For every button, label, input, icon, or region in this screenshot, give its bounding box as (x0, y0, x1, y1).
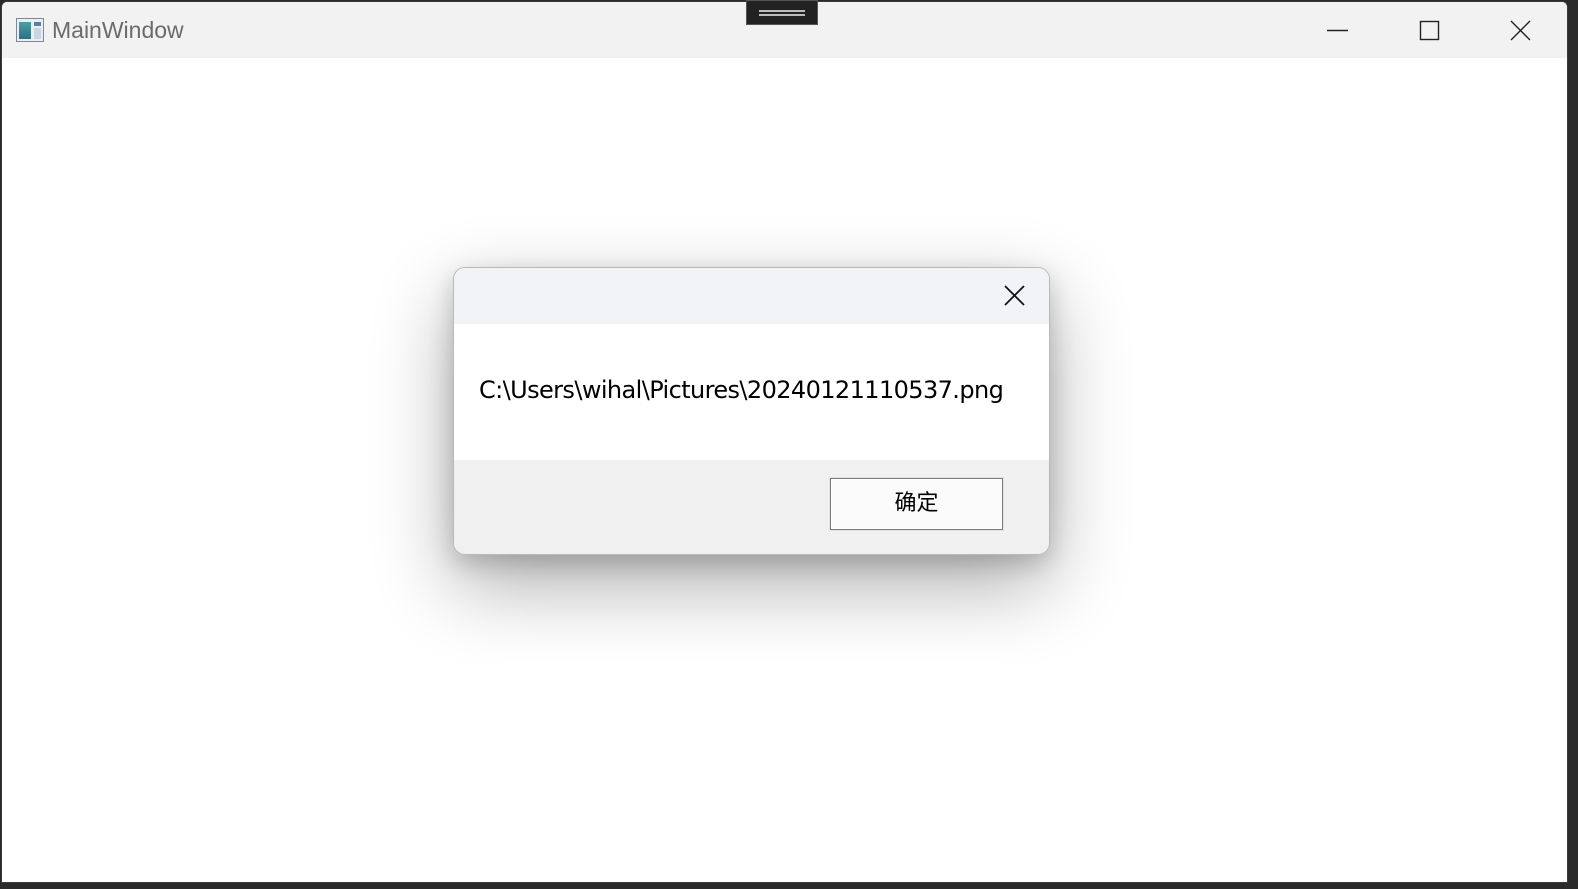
maximize-button[interactable] (1383, 2, 1475, 58)
dialog-body: C:\Users\wihal\Pictures\20240121110537.p… (454, 324, 1049, 460)
minimize-icon (1327, 29, 1348, 32)
dialog-header[interactable] (454, 268, 1049, 324)
close-icon (1004, 285, 1025, 306)
close-icon (1510, 20, 1531, 41)
message-dialog: C:\Users\wihal\Pictures\20240121110537.p… (453, 267, 1050, 555)
ok-button[interactable]: 确定 (830, 478, 1003, 530)
app-window-icon (16, 18, 44, 42)
maximize-icon (1419, 20, 1440, 41)
drag-handle[interactable] (746, 0, 818, 25)
close-window-button[interactable] (1475, 2, 1567, 58)
minimize-button[interactable] (1291, 2, 1383, 58)
window-title: MainWindow (52, 17, 184, 43)
dialog-footer: 确定 (454, 460, 1049, 554)
dialog-message: C:\Users\wihal\Pictures\20240121110537.p… (479, 376, 1004, 404)
dialog-close-button[interactable] (995, 279, 1035, 313)
